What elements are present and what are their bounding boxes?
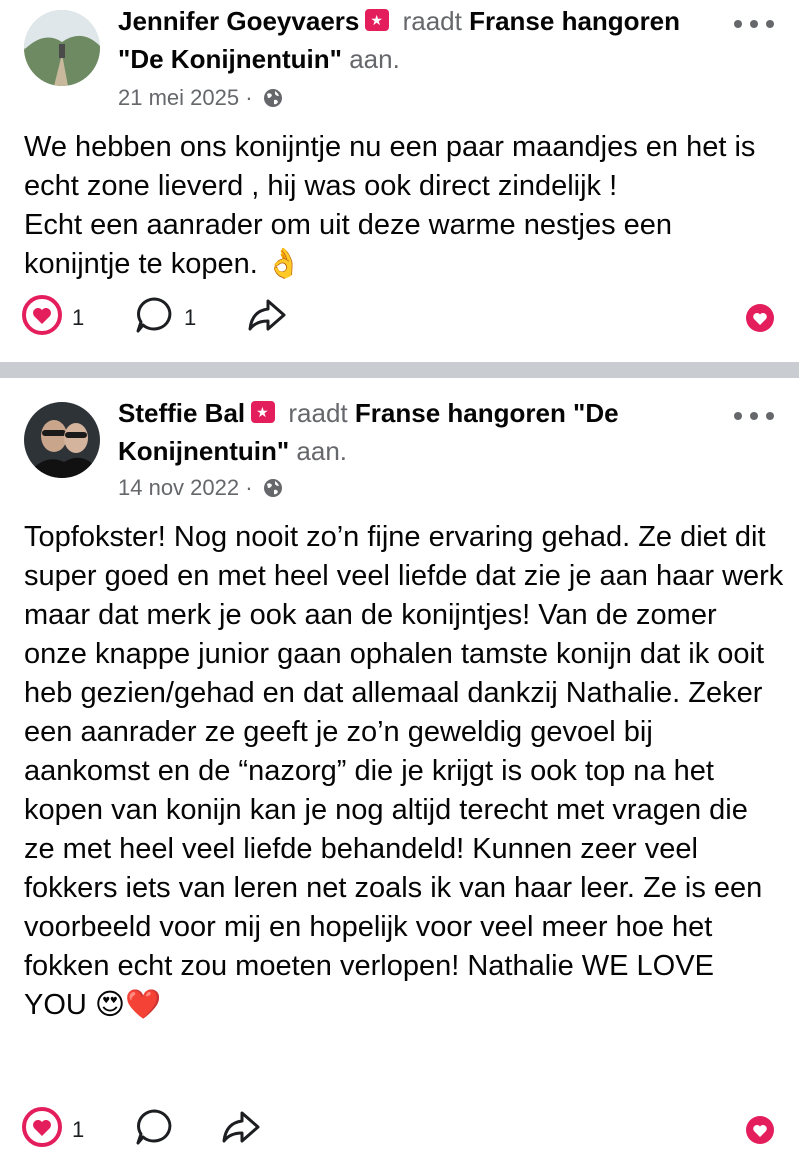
recommend-verb: raadt: [402, 6, 462, 36]
reaction-button[interactable]: 1: [22, 1107, 85, 1153]
post-date[interactable]: 14 nov 2022: [118, 475, 239, 500]
post-header: Steffie Bal raadt Franse hangoren "De Ko…: [118, 394, 718, 470]
share-icon: [220, 1107, 262, 1153]
post-meta: 14 nov 2022 ·: [118, 474, 283, 505]
post-date[interactable]: 21 mei 2025: [118, 85, 239, 110]
recommendation-badge-icon: [251, 401, 276, 423]
share-button[interactable]: [220, 1110, 262, 1150]
more-options-icon[interactable]: [731, 406, 777, 426]
reaction-count: 1: [72, 305, 85, 330]
author-name[interactable]: Jennifer Goeyvaers: [118, 6, 359, 36]
post-header: Jennifer Goeyvaers raadt Franse hangoren…: [118, 2, 718, 78]
review-post-2: Steffie Bal raadt Franse hangoren "De Ko…: [0, 378, 799, 1168]
reaction-summary-icon[interactable]: [745, 298, 775, 338]
review-post-1: Jennifer Goeyvaers raadt Franse hangoren…: [0, 0, 799, 362]
comment-button[interactable]: [134, 1107, 174, 1153]
comment-icon: [134, 295, 174, 341]
share-button[interactable]: [246, 298, 288, 338]
comment-icon: [134, 1107, 174, 1153]
globe-icon: [263, 87, 283, 115]
action-bar: 1 1: [0, 295, 799, 341]
action-bar: 1: [0, 1107, 799, 1153]
share-icon: [246, 295, 288, 341]
post-text: We hebben ons konijntje nu een paar maan…: [24, 131, 756, 280]
avatar[interactable]: [24, 402, 100, 478]
post-meta: 21 mei 2025 ·: [118, 84, 283, 115]
heart-reaction-icon: [22, 1107, 62, 1153]
post-text: Topfokster! Nog nooit zo’n fijne ervarin…: [24, 521, 784, 1021]
recommend-suffix: aan.: [349, 44, 400, 74]
avatar[interactable]: [24, 10, 100, 86]
globe-icon: [263, 477, 283, 505]
recommend-verb: raadt: [288, 398, 348, 428]
post-divider: [0, 362, 799, 378]
recommend-suffix: aan.: [296, 436, 348, 466]
heart-reaction-icon: [22, 295, 62, 341]
reaction-count: 1: [72, 1117, 85, 1142]
reaction-summary-icon[interactable]: [745, 1110, 775, 1150]
recommendation-badge-icon: [365, 9, 390, 31]
author-name[interactable]: Steffie Bal: [118, 398, 245, 428]
more-options-icon[interactable]: [731, 14, 777, 34]
reaction-button[interactable]: 1: [22, 295, 85, 341]
comment-count: 1: [184, 305, 197, 330]
comment-button[interactable]: 1: [134, 295, 197, 341]
